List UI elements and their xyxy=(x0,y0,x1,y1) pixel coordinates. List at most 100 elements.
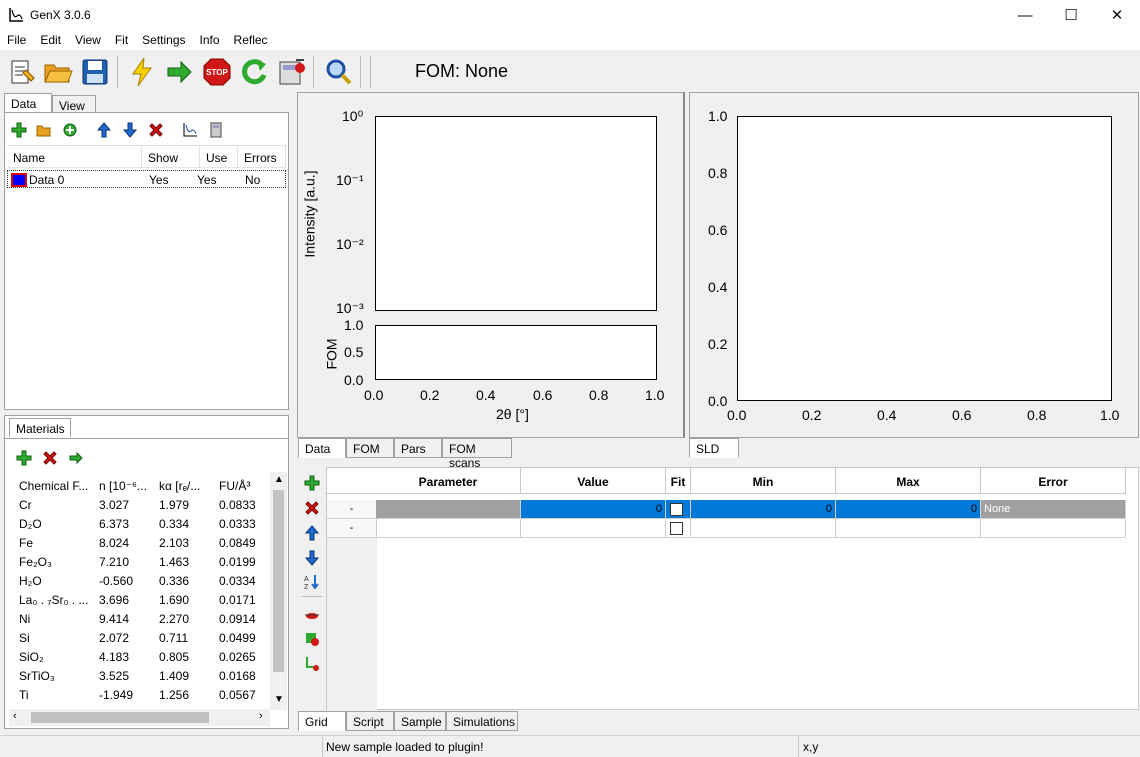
menu-edit[interactable]: Edit xyxy=(33,30,68,50)
material-row[interactable]: Cr 3.027 1.979 0.0833 xyxy=(9,498,272,517)
plot-settings-icon[interactable] xyxy=(182,122,198,138)
column-header-min[interactable]: Min xyxy=(691,468,836,494)
fit-cell[interactable] xyxy=(666,500,691,519)
new-data-icon[interactable] xyxy=(62,122,78,138)
materials-horizontal-scrollbar[interactable]: ‹ › xyxy=(9,709,270,726)
apply-material-icon[interactable] xyxy=(68,450,84,466)
fit-checkbox[interactable] xyxy=(670,522,683,535)
calculate-icon[interactable] xyxy=(276,56,308,88)
column-header-error[interactable]: Error xyxy=(981,468,1126,494)
column-header-use[interactable]: Use xyxy=(200,146,238,168)
row-label[interactable]: - xyxy=(327,519,377,538)
scroll-up-icon[interactable]: ▲ xyxy=(274,474,284,485)
menu-settings[interactable]: Settings xyxy=(135,30,192,50)
material-row[interactable]: D₂O 6.373 0.334 0.0333 xyxy=(9,517,272,536)
move-down-icon[interactable] xyxy=(122,122,138,138)
delete-material-icon[interactable] xyxy=(42,450,58,466)
delete-icon[interactable] xyxy=(148,122,164,138)
move-up-icon[interactable] xyxy=(96,122,112,138)
fit-cell[interactable] xyxy=(666,519,691,538)
min-cell[interactable]: 0 xyxy=(691,500,836,519)
value-cell[interactable]: 0 xyxy=(521,500,666,519)
column-header-value[interactable]: Value xyxy=(521,468,666,494)
column-header-errors[interactable]: Errors xyxy=(238,146,286,168)
add-data-icon[interactable] xyxy=(11,122,27,138)
material-row[interactable]: Ti -1.949 1.256 0.0567 xyxy=(9,688,272,707)
material-row[interactable]: SiO₂ 4.183 0.805 0.0265 xyxy=(9,650,272,669)
move-parameter-down-icon[interactable] xyxy=(304,550,320,566)
tab-plot-fom[interactable]: FOM xyxy=(346,438,394,458)
material-row[interactable]: Ni 9.414 2.270 0.0914 xyxy=(9,612,272,631)
new-file-icon[interactable] xyxy=(6,56,38,88)
close-button[interactable]: ✕ xyxy=(1094,0,1140,30)
delete-parameter-icon[interactable] xyxy=(304,500,320,516)
menu-info[interactable]: Info xyxy=(193,30,227,50)
column-header-n[interactable]: n [10⁻⁶... xyxy=(99,479,147,493)
menu-fit[interactable]: Fit xyxy=(108,30,135,50)
column-header-fit[interactable]: Fit xyxy=(666,468,691,494)
tab-simulations[interactable]: Simulations xyxy=(446,711,518,731)
column-header-fu[interactable]: FU/Å³ xyxy=(219,479,250,493)
scan-parameter-icon[interactable] xyxy=(304,631,320,647)
scrollbar-thumb[interactable] xyxy=(273,490,284,672)
parameter-cell[interactable] xyxy=(376,519,521,538)
tab-materials[interactable]: Materials xyxy=(9,418,71,438)
material-row[interactable]: Si 2.072 0.711 0.0499 xyxy=(9,631,272,650)
menu-reflec[interactable]: Reflec xyxy=(227,30,275,50)
tab-plot-pars[interactable]: Pars xyxy=(394,438,442,458)
column-header-ka[interactable]: kα [rₑ/... xyxy=(159,479,200,493)
tab-plot-data[interactable]: Data xyxy=(298,438,346,458)
error-cell[interactable]: None xyxy=(981,500,1126,519)
materials-vertical-scrollbar[interactable]: ▲ ▼ xyxy=(270,472,287,710)
save-icon[interactable] xyxy=(79,56,111,88)
scroll-down-icon[interactable]: ▼ xyxy=(274,694,284,705)
minimize-button[interactable]: — xyxy=(1002,0,1048,30)
tab-plot-sld[interactable]: SLD xyxy=(689,438,739,458)
scroll-left-icon[interactable]: ‹ xyxy=(13,710,17,722)
add-parameter-icon[interactable] xyxy=(304,475,320,491)
column-header-max[interactable]: Max xyxy=(836,468,981,494)
column-header-name[interactable]: Name xyxy=(7,146,142,168)
min-cell[interactable] xyxy=(691,519,836,538)
material-row[interactable]: Fe 8.024 2.103 0.0849 xyxy=(9,536,272,555)
add-material-icon[interactable] xyxy=(16,450,32,466)
menu-view[interactable]: View xyxy=(68,30,108,50)
stop-icon[interactable]: STOP xyxy=(201,56,233,88)
sld-plot-area[interactable] xyxy=(737,116,1112,401)
scroll-right-icon[interactable]: › xyxy=(259,710,263,722)
tab-grid[interactable]: Grid xyxy=(298,711,346,731)
max-cell[interactable]: 0 xyxy=(836,500,981,519)
value-cell[interactable] xyxy=(521,519,666,538)
move-parameter-up-icon[interactable] xyxy=(304,525,320,541)
error-cell[interactable] xyxy=(981,519,1126,538)
max-cell[interactable] xyxy=(836,519,981,538)
parameter-cell[interactable] xyxy=(376,500,521,519)
tab-sample[interactable]: Sample xyxy=(394,711,446,731)
parameter-wizard-icon[interactable] xyxy=(304,655,320,671)
intensity-plot-area[interactable] xyxy=(375,116,657,311)
column-header-parameter[interactable]: Parameter xyxy=(376,468,521,494)
tab-data[interactable]: Data xyxy=(4,93,52,113)
open-data-icon[interactable] xyxy=(36,122,52,138)
simulate-lightning-icon[interactable] xyxy=(126,56,158,88)
maximize-button[interactable]: ☐ xyxy=(1048,0,1094,30)
open-folder-icon[interactable] xyxy=(42,56,74,88)
material-row[interactable]: La₀ . ₇Sr₀ . ... 3.696 1.690 0.0171 xyxy=(9,593,272,612)
menu-file[interactable]: File xyxy=(0,30,33,50)
restart-icon[interactable] xyxy=(238,56,270,88)
material-row[interactable]: Fe₂O₃ 7.210 1.463 0.0199 xyxy=(9,555,272,574)
fom-plot-area[interactable] xyxy=(375,325,657,380)
column-header-show[interactable]: Show xyxy=(142,146,200,168)
scrollbar-thumb[interactable] xyxy=(31,712,209,723)
fit-checkbox[interactable] xyxy=(670,503,683,516)
column-header-formula[interactable]: Chemical F... xyxy=(19,479,88,493)
material-row[interactable]: SrTiO₃ 3.525 1.409 0.0168 xyxy=(9,669,272,688)
forward-arrow-icon[interactable] xyxy=(163,56,195,88)
data-list-row[interactable]: Data 0 Yes Yes No xyxy=(7,170,286,188)
project-fom-icon[interactable] xyxy=(304,607,320,623)
calculator-icon[interactable] xyxy=(208,122,224,138)
row-label[interactable]: - xyxy=(327,500,377,519)
zoom-icon[interactable] xyxy=(322,56,354,88)
sort-parameters-icon[interactable]: AZ xyxy=(304,574,320,590)
tab-script[interactable]: Script xyxy=(346,711,394,731)
